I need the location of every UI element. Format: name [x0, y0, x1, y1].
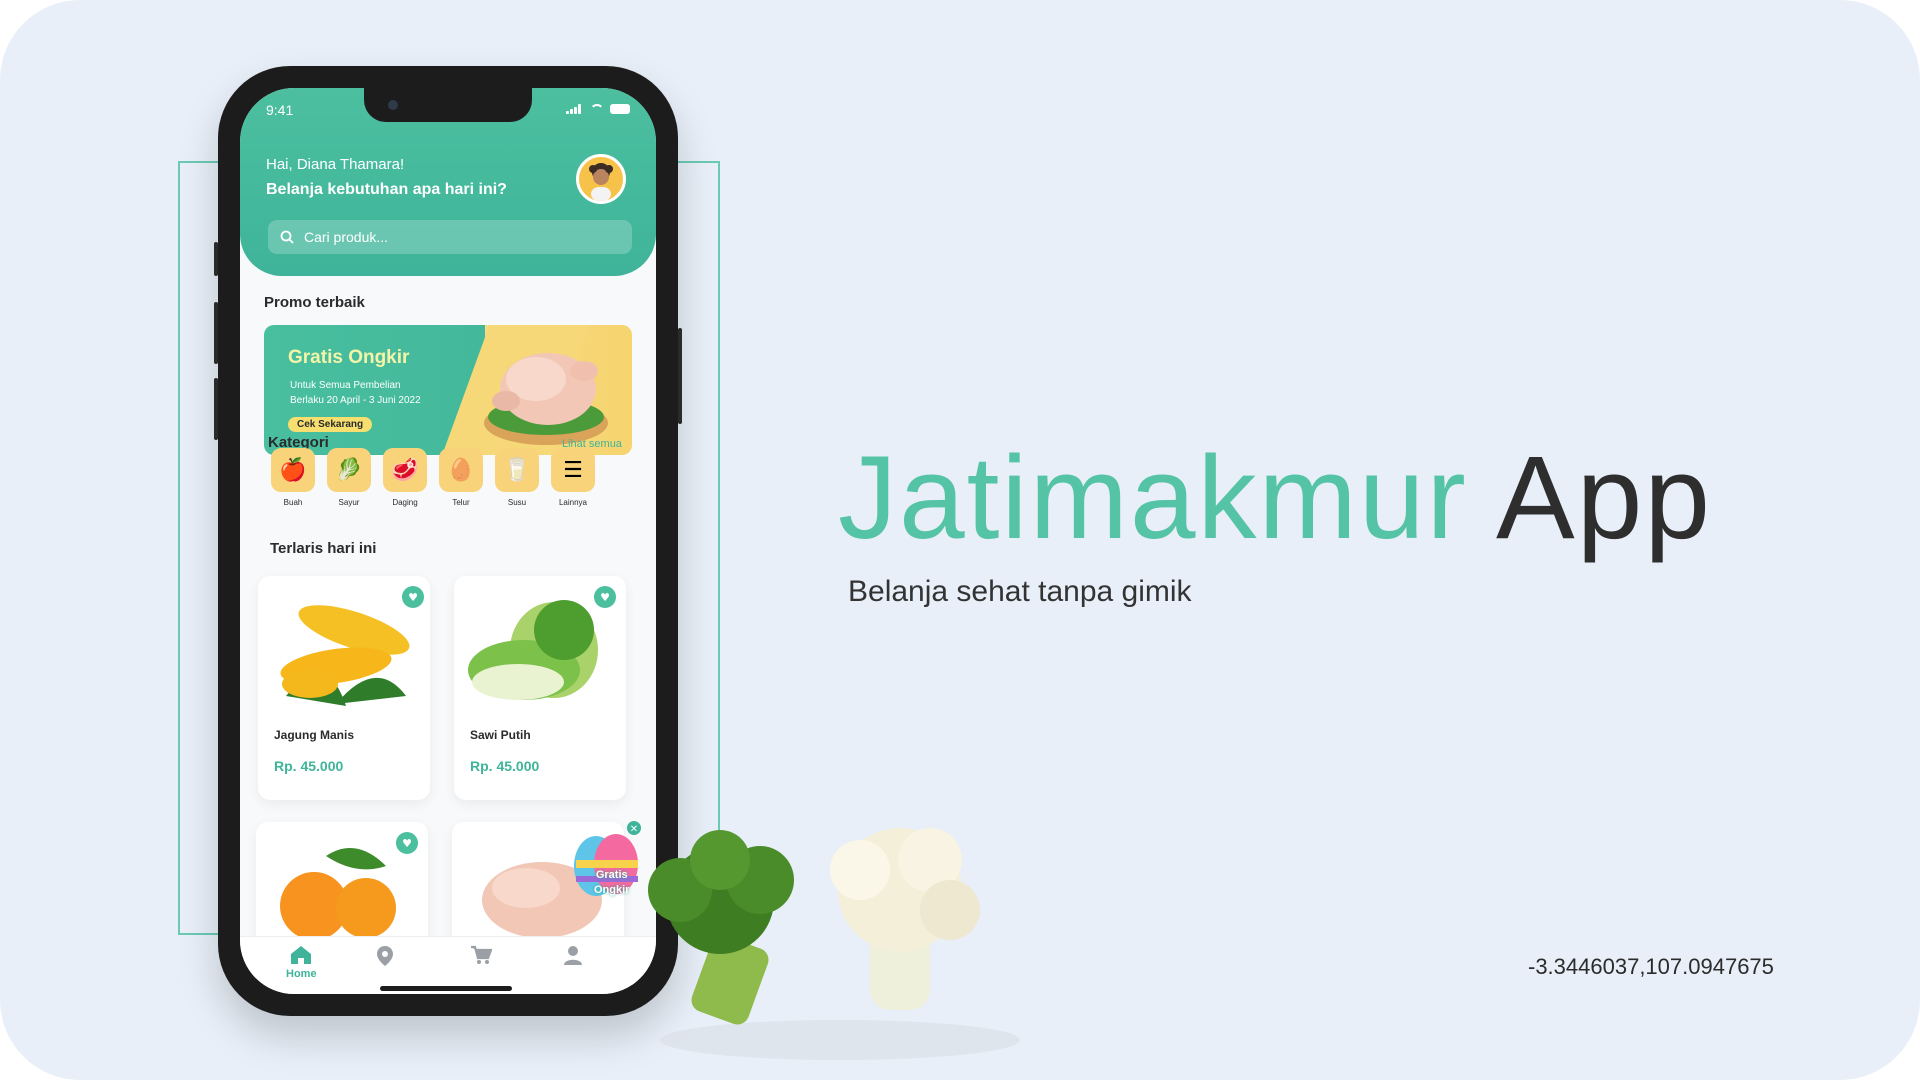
product-name: Jagung Manis — [274, 728, 355, 742]
chicken-image — [484, 353, 608, 445]
app-title-dark: App — [1496, 432, 1713, 564]
location-pin-icon — [377, 946, 393, 966]
product-price: Rp. 45.000 — [274, 758, 344, 774]
category-telur[interactable]: 🥚 Telur — [438, 448, 484, 507]
vegetable-basket-icon: 🥬 — [327, 448, 371, 492]
tab-home-label: Home — [286, 968, 317, 980]
product-card-jagung[interactable]: ♥ Jagung Manis Rp. 45.000 — [258, 576, 430, 800]
app-title-accent: Jatimakmur — [838, 432, 1468, 564]
category-daging[interactable]: 🥩 Daging — [382, 448, 428, 507]
category-label: Telur — [452, 498, 470, 507]
greeting-text: Hai, Diana Thamara! — [266, 156, 405, 173]
promo-title: Gratis Ongkir — [288, 347, 410, 368]
corn-image — [280, 605, 410, 706]
phone-mute-button — [214, 242, 218, 276]
product-price: Rp. 45.000 — [470, 758, 540, 774]
background-canvas: 9:41 Hai, Diana Thamara! Belanja kebutuh… — [0, 0, 1920, 1080]
search-icon — [280, 230, 294, 244]
avatar[interactable] — [576, 154, 626, 204]
search-bar[interactable] — [268, 220, 632, 254]
broccoli-cauliflower-image — [648, 828, 1020, 1060]
home-indicator — [380, 986, 512, 991]
product-card-orange[interactable]: ♥ — [256, 822, 428, 952]
tab-profile[interactable] — [564, 945, 582, 968]
cart-icon — [471, 945, 493, 964]
cabbage-image — [468, 600, 598, 700]
milk-carton-icon: 🥛 — [495, 448, 539, 492]
category-label: Daging — [392, 498, 418, 507]
category-label: Susu — [507, 498, 527, 507]
wifi-icon — [590, 104, 604, 114]
category-susu[interactable]: 🥛 Susu — [494, 448, 540, 507]
profile-icon — [564, 946, 582, 965]
phone-volume-up-button — [214, 302, 218, 364]
promo-section-title: Promo terbaik — [264, 294, 365, 311]
tab-location[interactable] — [376, 945, 394, 970]
tab-cart[interactable] — [470, 945, 493, 968]
orange-image — [280, 848, 396, 940]
phone-volume-down-button — [214, 378, 218, 440]
category-lainnya[interactable]: ☰ Lainnya — [550, 448, 596, 507]
app-tagline: Belanja sehat tanpa gimik — [848, 575, 1192, 608]
bestseller-section-title: Terlaris hari ini — [270, 540, 377, 557]
status-time: 9:41 — [266, 102, 294, 118]
promo-subtitle: Untuk Semua Pembelian — [290, 380, 401, 391]
search-input[interactable] — [302, 228, 606, 246]
product-name: Sawi Putih — [470, 728, 531, 742]
more-icon: ☰ — [551, 448, 595, 492]
front-camera — [388, 100, 398, 110]
battery-icon — [610, 104, 630, 114]
category-label: Lainnya — [558, 498, 588, 507]
app-title: Jatimakmur App — [838, 430, 1712, 566]
category-label: Sayur — [338, 498, 360, 507]
promo-date: Berlaku 20 April - 3 Juni 2022 — [290, 395, 421, 406]
status-icons — [566, 104, 630, 114]
home-icon — [291, 946, 312, 964]
product-card-sawi[interactable]: ♥ Sawi Putih Rp. 45.000 — [454, 576, 626, 800]
signal-icon — [566, 104, 584, 114]
fruit-basket-icon: 🍎 — [271, 448, 315, 492]
category-buah[interactable]: 🍎 Buah — [270, 448, 316, 507]
meat-icon: 🥩 — [383, 448, 427, 492]
promo-cta-button[interactable]: Cek Sekarang — [288, 417, 373, 432]
greeting-question: Belanja kebutuhan apa hari ini? — [266, 181, 507, 198]
phone-power-button — [678, 328, 682, 424]
coordinates-text: -3.3446037,107.0947675 — [1528, 954, 1774, 979]
category-sayur[interactable]: 🥬 Sayur — [326, 448, 372, 507]
egg-basket-icon: 🥚 — [439, 448, 483, 492]
tab-home[interactable]: Home — [286, 945, 317, 980]
category-label: Buah — [283, 498, 303, 507]
